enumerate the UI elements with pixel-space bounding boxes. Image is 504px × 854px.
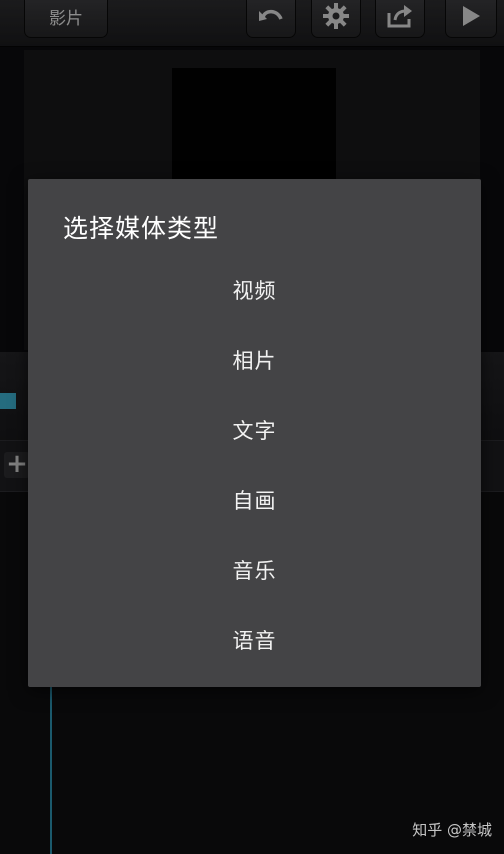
option-drawing[interactable]: 自画 — [28, 465, 481, 535]
media-type-options: 视频 相片 文字 自画 音乐 语音 — [28, 255, 481, 675]
option-text[interactable]: 文字 — [28, 395, 481, 465]
media-type-dialog: 选择媒体类型 视频 相片 文字 自画 音乐 语音 — [28, 179, 481, 687]
option-photo[interactable]: 相片 — [28, 325, 481, 395]
watermark-text: 知乎 @禁城 — [412, 821, 492, 839]
option-music[interactable]: 音乐 — [28, 535, 481, 605]
dialog-title: 选择媒体类型 — [63, 214, 220, 243]
option-video[interactable]: 视频 — [28, 255, 481, 325]
option-voice[interactable]: 语音 — [28, 605, 481, 675]
app-root: 影片 + 选择媒体类型 视频 相片 文字 自画 音乐 语音 知乎 @禁城 — [0, 0, 504, 854]
